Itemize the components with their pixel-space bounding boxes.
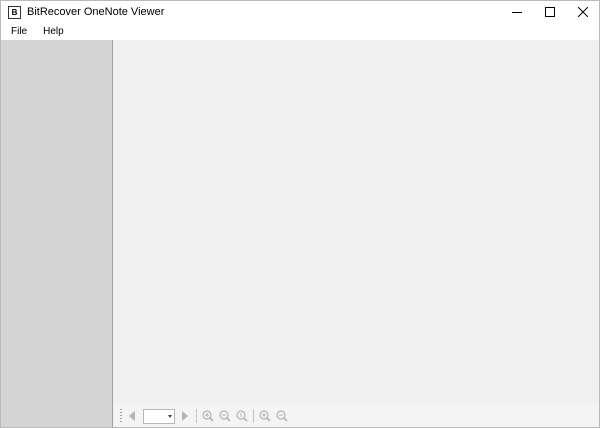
zoom-out-button[interactable] (218, 409, 232, 423)
zoom-out-alt-icon (276, 410, 288, 422)
minimize-icon (511, 12, 522, 13)
minimize-button[interactable] (500, 1, 533, 23)
window-title: BitRecover OneNote Viewer (27, 6, 165, 18)
prev-page-button[interactable] (125, 409, 139, 423)
title-bar[interactable]: B BitRecover OneNote Viewer (1, 1, 599, 23)
prev-page-icon (129, 411, 135, 421)
toolbar-separator (196, 409, 197, 423)
close-icon (577, 7, 588, 17)
document-view-area[interactable] (113, 40, 599, 405)
next-page-icon (182, 411, 188, 421)
toolbar-grip-handle[interactable] (120, 409, 122, 423)
maximize-button[interactable] (533, 1, 566, 23)
maximize-icon (544, 7, 555, 17)
actual-size-button[interactable] (235, 409, 249, 423)
app-icon: B (8, 5, 21, 19)
sidebar-tree-panel[interactable] (1, 40, 113, 427)
zoom-in-icon (202, 410, 214, 422)
close-button[interactable] (566, 1, 599, 23)
navigation-toolbar (113, 405, 599, 427)
menu-bar: File Help (1, 23, 599, 40)
chevron-down-icon (168, 414, 172, 418)
menu-file[interactable]: File (5, 26, 33, 37)
page-number-dropdown[interactable] (143, 408, 175, 424)
zoom-in-alt-button[interactable] (258, 409, 272, 423)
window-controls (500, 1, 599, 23)
zoom-in-alt-icon (259, 410, 271, 422)
menu-help[interactable]: Help (37, 26, 70, 37)
zoom-in-button[interactable] (201, 409, 215, 423)
toolbar-separator (253, 409, 254, 423)
next-page-button[interactable] (178, 409, 192, 423)
actual-size-icon (236, 410, 248, 422)
zoom-out-alt-button[interactable] (275, 409, 289, 423)
zoom-out-icon (219, 410, 231, 422)
app-window: B BitRecover OneNote Viewer File Help (0, 0, 600, 428)
